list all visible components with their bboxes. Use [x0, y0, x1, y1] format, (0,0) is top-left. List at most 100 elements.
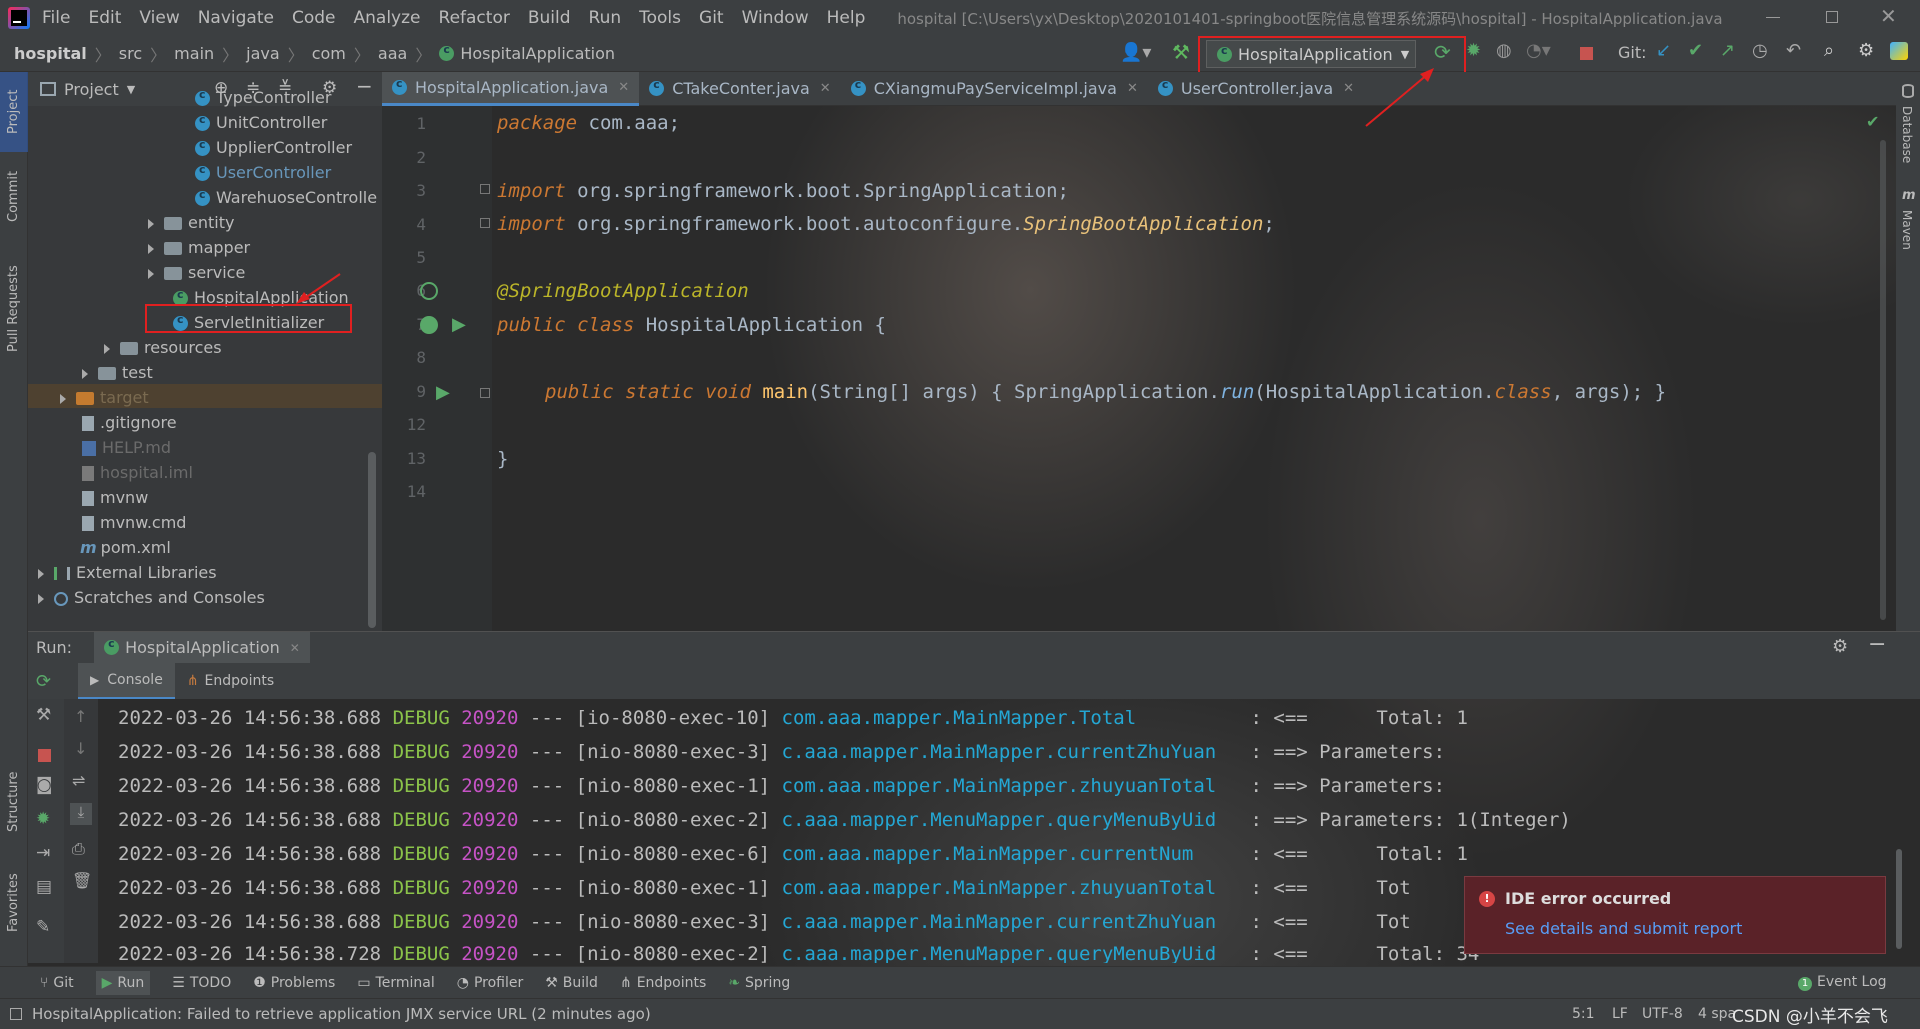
chevron-down-icon[interactable]: ▼	[127, 83, 135, 96]
scroll-down-icon[interactable]: ↓	[74, 739, 87, 758]
expand-arrow-icon[interactable]	[104, 343, 110, 354]
editor-scrollbar[interactable]	[1880, 140, 1886, 620]
user-icon[interactable]: 👤▾	[1120, 42, 1151, 63]
spring-bean-icon[interactable]	[420, 316, 438, 334]
run-tab-hospitalapplication[interactable]: HospitalApplication ✕	[94, 631, 310, 664]
breadcrumb-item[interactable]: java	[246, 44, 280, 63]
code-editor[interactable]: package com.aaa; import org.springframew…	[492, 106, 1896, 631]
menu-edit[interactable]: Edit	[88, 8, 121, 28]
menu-window[interactable]: Window	[742, 8, 809, 28]
menu-git[interactable]: Git	[699, 8, 724, 28]
breadcrumb-item[interactable]: aaa	[378, 44, 407, 63]
database-tool-label[interactable]: Database	[1900, 106, 1914, 163]
tree-item-resources[interactable]: resources	[104, 338, 222, 357]
settings-gear-icon[interactable]: ⚙	[1858, 40, 1874, 61]
tree-item-help-md[interactable]: HELP.md	[82, 438, 171, 457]
trash-icon[interactable]: 🗑	[72, 871, 92, 890]
close-tab-icon[interactable]: ✕	[618, 80, 629, 95]
tree-item-unitcontroller[interactable]: UnitController	[195, 113, 327, 132]
close-tab-icon[interactable]: ✕	[1127, 81, 1138, 96]
menu-run[interactable]: Run	[589, 8, 622, 28]
print-icon[interactable]: ⎙	[72, 839, 85, 859]
structure-tool-label[interactable]: Structure	[6, 772, 21, 832]
tool-build[interactable]: ⚒ Build	[545, 975, 598, 991]
minimize-icon[interactable]	[1766, 17, 1780, 18]
expand-arrow-icon[interactable]	[148, 268, 154, 279]
hide-panel-icon[interactable]: −	[356, 74, 373, 98]
hide-panel-icon[interactable]: −	[1868, 632, 1886, 657]
project-panel-title[interactable]: Project	[64, 80, 119, 99]
coverage-icon[interactable]: ◍	[1496, 40, 1512, 61]
indent-setting[interactable]: 4 spa	[1698, 1006, 1736, 1022]
run-gutter-icon[interactable]: ▶	[452, 314, 466, 335]
menu-help[interactable]: Help	[827, 8, 866, 28]
file-encoding[interactable]: UTF-8	[1642, 1006, 1683, 1022]
expand-arrow-icon[interactable]	[38, 593, 44, 604]
scroll-up-icon[interactable]: ↑	[74, 707, 87, 726]
tree-item-entity[interactable]: entity	[148, 213, 234, 232]
tree-item-target[interactable]: target	[60, 388, 149, 407]
notification-link[interactable]: See details and submit report	[1505, 919, 1742, 938]
breadcrumb-item[interactable]: HospitalApplication	[460, 44, 615, 63]
breadcrumb-item[interactable]: com	[312, 44, 346, 63]
tree-item-usercontroller[interactable]: UserController	[195, 163, 331, 182]
tab-cxiangmupayserviceimpl[interactable]: CXiangmuPayServiceImpl.java ✕	[841, 72, 1148, 106]
rollback-icon[interactable]: ↶	[1786, 40, 1801, 61]
tree-item-hospital-iml[interactable]: hospital.iml	[82, 463, 193, 482]
tab-endpoints[interactable]: ⋔ Endpoints	[175, 663, 286, 699]
status-message[interactable]: HospitalApplication: Failed to retrieve …	[32, 1005, 651, 1023]
database-icon[interactable]	[1902, 84, 1914, 98]
expand-arrow-icon[interactable]	[82, 368, 88, 379]
gear-icon[interactable]: ⚙	[1832, 636, 1848, 657]
tool-problems[interactable]: ❶ Problems	[253, 975, 335, 991]
tab-ctakeconter[interactable]: CTakeConter.java ✕	[639, 72, 840, 106]
rerun-icon[interactable]: ⟳	[36, 671, 51, 692]
ide-error-notification[interactable]: ! IDE error occurred See details and sub…	[1464, 876, 1886, 954]
build-hammer-icon[interactable]: ⚒	[1172, 40, 1190, 64]
cursor-position[interactable]: 5:1	[1572, 1006, 1595, 1022]
menu-build[interactable]: Build	[528, 8, 571, 28]
commit-tool-label[interactable]: Commit	[6, 171, 21, 222]
restore-icon[interactable]	[1826, 11, 1838, 23]
tree-item-service[interactable]: service	[148, 263, 245, 282]
expand-arrow-icon[interactable]	[148, 218, 154, 229]
spring-bean-icon[interactable]	[420, 282, 438, 300]
tool-run[interactable]: ▶ Run	[95, 970, 151, 995]
scroll-to-end-icon[interactable]: ⤓	[70, 803, 92, 825]
tab-hospitalapplication[interactable]: HospitalApplication.java ✕	[382, 71, 640, 106]
pull-requests-tool-label[interactable]: Pull Requests	[6, 265, 21, 352]
toolbox-icon[interactable]	[1890, 42, 1908, 60]
menu-code[interactable]: Code	[292, 8, 336, 28]
tree-item-pom-xml[interactable]: m pom.xml	[80, 538, 171, 557]
expand-arrow-icon[interactable]	[148, 243, 154, 254]
tree-item-mvnw-cmd[interactable]: mvnw.cmd	[82, 513, 186, 532]
run-gutter-icon[interactable]: ▶	[436, 382, 450, 403]
stop-icon[interactable]	[38, 749, 51, 762]
tool-terminal[interactable]: ▭ Terminal	[357, 975, 434, 991]
layout-icon[interactable]: ▤	[36, 877, 52, 897]
profiler-icon[interactable]: ◔▾	[1526, 40, 1551, 61]
tab-usercontroller[interactable]: UserController.java ✕	[1148, 72, 1364, 106]
close-tab-icon[interactable]: ✕	[1343, 81, 1354, 96]
menu-tools[interactable]: Tools	[639, 8, 681, 28]
project-scrollbar[interactable]	[368, 452, 376, 628]
close-tab-icon[interactable]: ✕	[820, 81, 831, 96]
breadcrumb-item[interactable]: src	[119, 44, 142, 63]
console-scrollbar[interactable]	[1896, 849, 1902, 949]
tree-item-external-libraries[interactable]: External Libraries	[38, 563, 217, 582]
tree-item-typecontroller[interactable]: TypeController	[195, 88, 331, 107]
no-problems-check-icon[interactable]: ✔	[1866, 112, 1879, 131]
soft-wrap-icon[interactable]: ⇌	[72, 771, 85, 790]
tool-todo[interactable]: ☰ TODO	[172, 975, 231, 991]
menu-navigate[interactable]: Navigate	[198, 8, 274, 28]
exit-icon[interactable]: ⇥	[36, 843, 50, 863]
close-tab-icon[interactable]: ✕	[290, 641, 300, 655]
tree-item-gitignore[interactable]: .gitignore	[82, 413, 177, 432]
tool-profiler[interactable]: ◔ Profiler	[457, 975, 524, 991]
tab-console[interactable]: ▶ Console	[78, 663, 175, 699]
event-log-button[interactable]: 1 Event Log	[1798, 974, 1887, 991]
maven-icon[interactable]: m	[1902, 188, 1916, 203]
close-window-icon[interactable]: ✕	[1880, 4, 1897, 28]
menu-view[interactable]: View	[139, 8, 179, 28]
stop-icon[interactable]	[1580, 47, 1593, 60]
